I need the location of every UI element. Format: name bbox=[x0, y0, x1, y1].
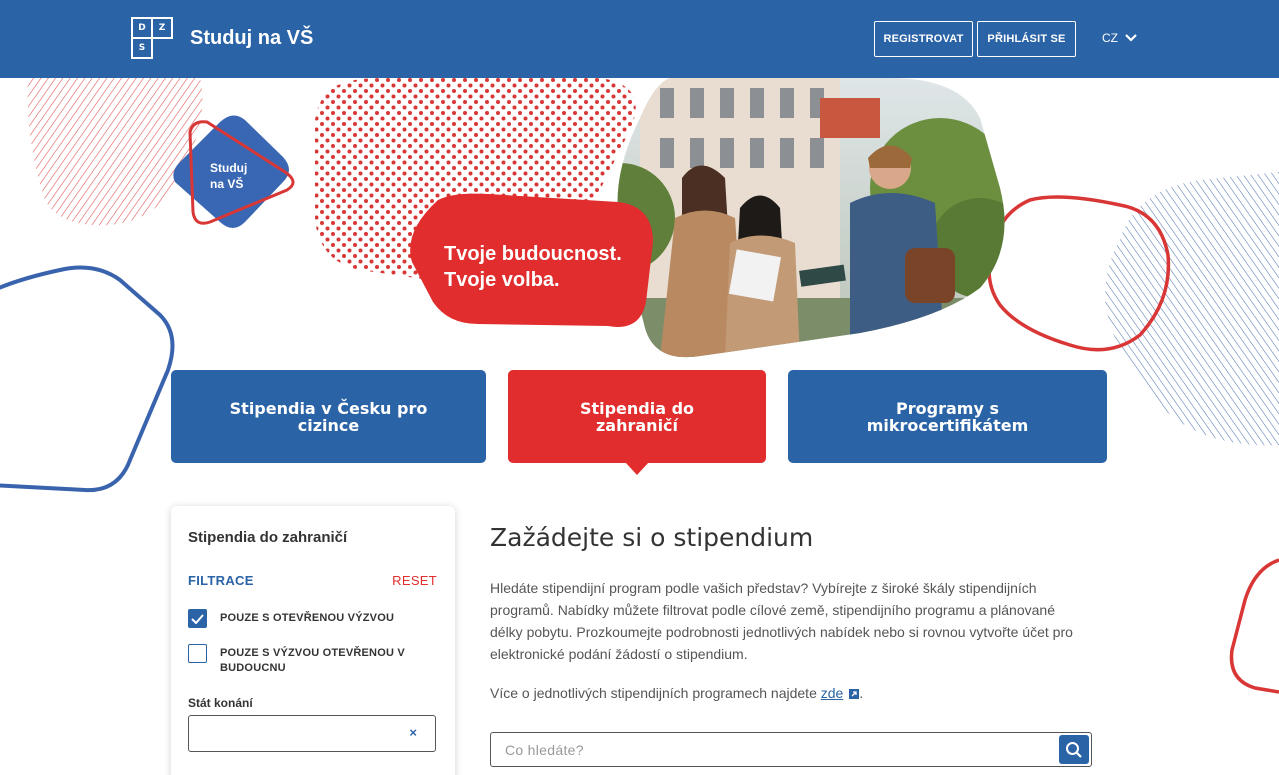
login-button[interactable]: PŘIHLÁSIT SE bbox=[977, 21, 1076, 57]
more-info-prefix: Více o jednotlivých stipendijních progra… bbox=[490, 685, 821, 701]
tab-microcredential-programs[interactable]: Programy s mikrocertifikátem bbox=[788, 370, 1107, 463]
open-call-label: POUZE S OTEVŘENOU VÝZVOU bbox=[220, 612, 395, 624]
search-icon bbox=[1066, 741, 1082, 758]
open-call-checkbox[interactable] bbox=[188, 609, 207, 628]
filter-panel: Stipendia do zahraničí FILTRACE RESET PO… bbox=[171, 506, 455, 775]
checkmark-icon bbox=[191, 613, 204, 624]
logo-letter-z: Z bbox=[151, 17, 173, 39]
tab-scholarships-in-czechia[interactable]: Stipendia v Česku pro cizince bbox=[171, 370, 486, 463]
language-label: CZ bbox=[1102, 31, 1118, 45]
hero-slogan: Tvoje budoucnost. Tvoje volba. bbox=[444, 241, 622, 293]
search-bar bbox=[490, 732, 1092, 767]
reset-button[interactable]: RESET bbox=[392, 573, 437, 588]
open-call-filter[interactable]: POUZE S OTEVŘENOU VÝZVOU bbox=[188, 609, 430, 628]
studuj-badge-text: Studuj na VŠ bbox=[210, 160, 247, 192]
external-link-icon[interactable] bbox=[849, 689, 860, 699]
clear-icon[interactable]: × bbox=[409, 725, 417, 740]
chevron-down-icon bbox=[1125, 34, 1137, 42]
filter-heading: FILTRACE bbox=[188, 573, 254, 588]
future-call-checkbox[interactable] bbox=[188, 644, 207, 663]
future-call-filter[interactable]: POUZE S VÝZVOU OTEVŘENOU V BUDOUCNU bbox=[188, 644, 430, 676]
more-info-end: . bbox=[859, 685, 864, 701]
logo-letter-d: D bbox=[131, 17, 153, 39]
search-input[interactable] bbox=[505, 740, 1045, 760]
language-selector[interactable]: CZ bbox=[1102, 31, 1137, 45]
active-tab-pointer bbox=[625, 462, 649, 475]
dzs-logo[interactable]: D Z S bbox=[131, 17, 175, 61]
filter-panel-title: Stipendia do zahraničí bbox=[188, 529, 348, 546]
logo-letter-s: S bbox=[131, 37, 153, 59]
intro-description: Hledáte stipendijní program podle vašich… bbox=[490, 580, 1073, 662]
search-button[interactable] bbox=[1059, 735, 1089, 764]
state-select[interactable]: × bbox=[188, 715, 436, 752]
hero-slogan-line-1: Tvoje budoucnost. bbox=[444, 243, 622, 265]
future-call-label: POUZE S VÝZVOU OTEVŘENOU V BUDOUCNU bbox=[220, 647, 405, 674]
register-button[interactable]: REGISTROVAT bbox=[874, 21, 973, 57]
more-info-text: Více o jednotlivých stipendijních progra… bbox=[490, 685, 863, 701]
badge-line-2: na VŠ bbox=[210, 177, 244, 191]
more-info-link[interactable]: zde bbox=[821, 685, 844, 701]
site-title[interactable]: Studuj na VŠ bbox=[190, 27, 313, 50]
hero-slogan-line-2: Tvoje volba. bbox=[444, 269, 560, 291]
state-label: Stát konání bbox=[188, 696, 253, 710]
badge-line-1: Studuj bbox=[210, 161, 248, 175]
site-header: D Z S Studuj na VŠ REGISTROVAT PŘIHLÁSIT… bbox=[0, 0, 1279, 78]
tab-scholarships-abroad[interactable]: Stipendia do zahraničí bbox=[508, 370, 766, 463]
page-title: Zažádejte si o stipendium bbox=[490, 523, 814, 552]
